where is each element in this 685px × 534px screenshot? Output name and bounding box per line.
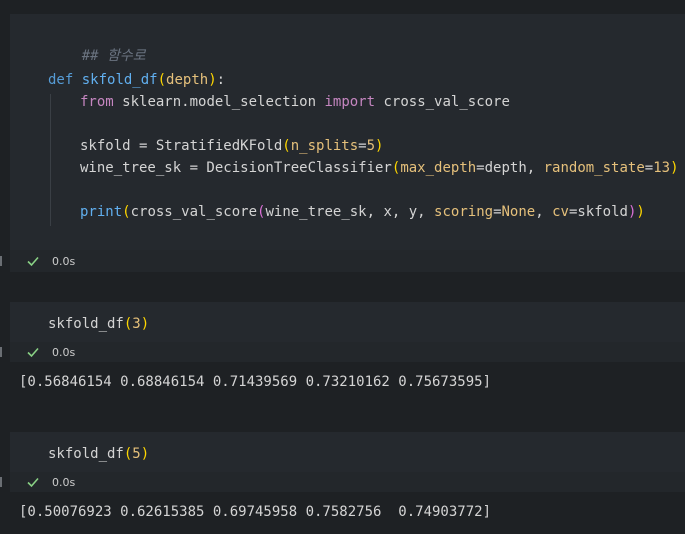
code-line: from sklearn.model_selection import cros… bbox=[80, 92, 510, 112]
check-icon bbox=[27, 347, 39, 358]
execution-time: 0.0s bbox=[52, 255, 76, 268]
constant: None bbox=[501, 204, 536, 220]
paren: ) bbox=[140, 316, 150, 332]
code-cell-2[interactable]: skfold_df(3) 0.0s [0.56846154 0.68846154… bbox=[0, 302, 685, 420]
cell-output: [0.56846154 0.68846154 0.71439569 0.7321… bbox=[19, 374, 492, 390]
param: cv bbox=[552, 204, 569, 220]
punct: = bbox=[493, 204, 502, 220]
comment-text: ## 함수로 bbox=[81, 48, 146, 64]
param: depth bbox=[166, 72, 209, 88]
punct: : bbox=[216, 72, 226, 88]
number: 5 bbox=[366, 138, 376, 154]
args: wine_tree_sk, x, y, bbox=[265, 204, 435, 220]
number: 3 bbox=[132, 316, 141, 332]
number: 13 bbox=[653, 160, 671, 176]
punct: , bbox=[535, 204, 553, 220]
param: random_state bbox=[543, 160, 645, 176]
function-name: print bbox=[80, 204, 123, 220]
keyword: import bbox=[324, 94, 376, 110]
paren: ) bbox=[208, 72, 217, 88]
gutter-marker[interactable] bbox=[0, 347, 2, 357]
code-line: def skfold_df(depth): bbox=[48, 70, 225, 90]
paren: ( bbox=[157, 72, 167, 88]
code-line: skfold_df(3) bbox=[48, 314, 149, 334]
code-line: skfold = StratifiedKFold(n_splits=5) bbox=[80, 136, 383, 156]
punct: = bbox=[358, 138, 367, 154]
function-call: skfold_df bbox=[48, 446, 124, 462]
execution-time: 0.0s bbox=[52, 346, 76, 359]
paren: ( bbox=[282, 138, 291, 154]
check-icon bbox=[27, 256, 39, 267]
cell-output: [0.50076923 0.62615385 0.69745958 0.7582… bbox=[19, 504, 492, 520]
statement: skfold = StratifiedKFold bbox=[80, 138, 283, 154]
paren: ) bbox=[375, 138, 384, 154]
code-line: wine_tree_sk = DecisionTreeClassifier(ma… bbox=[80, 158, 679, 178]
imported-name: cross_val_score bbox=[383, 94, 510, 110]
paren: ) bbox=[636, 204, 645, 220]
statement: wine_tree_sk = DecisionTreeClassifier bbox=[80, 160, 392, 176]
param: max_depth bbox=[400, 160, 477, 176]
code-line: skfold_df(5) bbox=[48, 444, 149, 464]
param: scoring bbox=[434, 204, 494, 220]
code-cell-1[interactable]: ## 함수로 def skfold_df(depth): from sklear… bbox=[0, 0, 685, 272]
code-line: ## 함수로 bbox=[48, 26, 146, 64]
module-name: sklearn.model_selection bbox=[122, 94, 317, 110]
gutter-marker[interactable] bbox=[0, 256, 2, 266]
cell-status-bar bbox=[10, 250, 685, 272]
gutter-marker[interactable] bbox=[0, 477, 2, 487]
indent-guide bbox=[50, 94, 51, 226]
check-icon bbox=[27, 477, 39, 488]
keyword: def bbox=[48, 72, 74, 88]
function-name: cross_val_score bbox=[130, 204, 258, 220]
cell-status-bar bbox=[10, 342, 685, 362]
code-cell-3[interactable]: skfold_df(5) 0.0s [0.50076923 0.62615385… bbox=[0, 432, 685, 534]
param: n_splits bbox=[290, 138, 359, 154]
cell-status-bar bbox=[10, 472, 685, 492]
function-call: skfold_df bbox=[48, 316, 124, 332]
number: 5 bbox=[132, 446, 141, 462]
keyword: from bbox=[80, 94, 114, 110]
paren: ) bbox=[670, 160, 679, 176]
paren: ) bbox=[140, 446, 150, 462]
execution-time: 0.0s bbox=[52, 476, 76, 489]
paren: ( bbox=[122, 204, 131, 220]
punct: =depth, bbox=[476, 160, 544, 176]
punct: =skfold bbox=[568, 204, 628, 220]
function-name: skfold_df bbox=[81, 72, 158, 88]
punct: = bbox=[644, 160, 654, 176]
code-line: print(cross_val_score(wine_tree_sk, x, y… bbox=[80, 202, 645, 222]
